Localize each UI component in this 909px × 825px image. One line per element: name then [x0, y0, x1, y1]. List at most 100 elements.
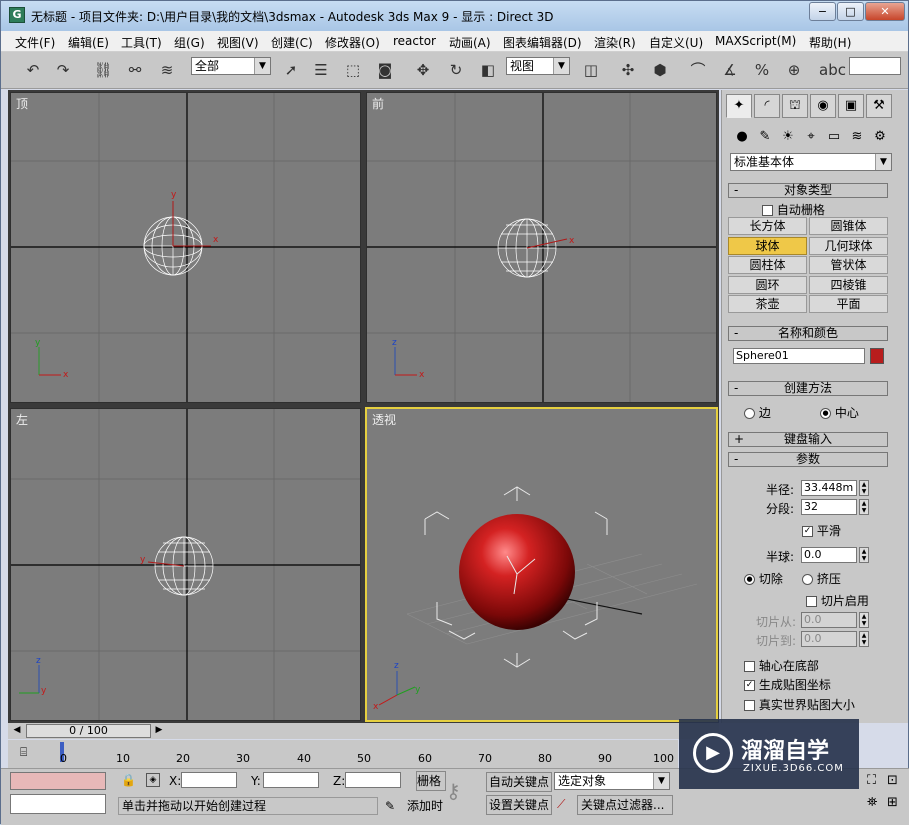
redo-icon[interactable]: ↷ — [51, 58, 75, 82]
minimize-button[interactable]: − — [809, 2, 836, 21]
undo-icon[interactable]: ↶ — [21, 58, 45, 82]
viewport-label[interactable]: 前 — [372, 95, 384, 112]
modify-tab-icon[interactable]: ◜ — [754, 94, 780, 118]
menu-modifiers[interactable]: 修改器(O) — [325, 34, 380, 51]
menu-graph-editors[interactable]: 图表编辑器(D) — [503, 34, 582, 51]
maxscript-listener-white[interactable] — [10, 794, 106, 814]
menu-tools[interactable]: 工具(T) — [121, 34, 162, 51]
display-tab-icon[interactable]: ▣ — [838, 94, 864, 118]
coord-x-field[interactable] — [181, 772, 237, 788]
zoom-all-icon[interactable]: ⊡ — [887, 773, 898, 788]
sphere-button[interactable]: 球体 — [728, 237, 807, 255]
key-icon[interactable]: ⚷ — [446, 779, 480, 809]
rollout-creation-method[interactable]: - 创建方法 — [728, 381, 888, 396]
slice-to-spinner[interactable]: ▲ ▼ — [859, 631, 869, 647]
menu-create[interactable]: 创建(C) — [271, 34, 313, 51]
close-button[interactable]: ✕ — [865, 2, 905, 21]
shapes-icon[interactable]: ✎ — [755, 127, 775, 147]
scale-icon[interactable]: ◧ — [476, 58, 500, 82]
menu-animation[interactable]: 动画(A) — [449, 34, 491, 51]
coord-y-field[interactable] — [263, 772, 319, 788]
autogrid-checkbox[interactable]: 自动栅格 — [762, 201, 825, 218]
geosphere-button[interactable]: 几何球体 — [809, 237, 888, 255]
hemisphere-field[interactable]: 0.0 — [801, 547, 857, 563]
box-button[interactable]: 长方体 — [728, 217, 807, 235]
key-filters-button[interactable]: 关键点过滤器... — [577, 795, 673, 815]
app-icon[interactable]: G — [9, 7, 25, 23]
smooth-checkbox[interactable]: ✓ 平滑 — [802, 522, 841, 539]
select-link-icon[interactable]: ⛓ — [91, 58, 115, 82]
gen-mapping-checkbox[interactable]: ✓ 生成贴图坐标 — [744, 676, 831, 693]
named-selection-icon[interactable]: abc — [819, 58, 846, 82]
select-by-name-icon[interactable]: ☰ — [309, 58, 333, 82]
motion-tab-icon[interactable]: ◉ — [810, 94, 836, 118]
segments-field[interactable]: 32 — [801, 499, 857, 515]
pyramid-button[interactable]: 四棱锥 — [809, 276, 888, 294]
segments-spinner[interactable]: ▲ ▼ — [859, 499, 869, 515]
reference-coord-dropdown[interactable]: 视图 ▼ — [506, 57, 570, 75]
viewport-perspective[interactable]: z y x 透视 — [365, 407, 718, 722]
plane-button[interactable]: 平面 — [809, 295, 888, 313]
absolute-mode-icon[interactable]: ◈ — [146, 773, 160, 787]
tube-button[interactable]: 管状体 — [809, 256, 888, 274]
helpers-icon[interactable]: ▭ — [824, 127, 844, 147]
time-slider-thumb[interactable]: 0 / 100 — [26, 724, 151, 738]
spinner-snap-icon[interactable]: ⊕ — [782, 58, 806, 82]
menu-rendering[interactable]: 渲染(R) — [594, 34, 636, 51]
move-icon[interactable]: ✥ — [411, 58, 435, 82]
systems-icon[interactable]: ⚙ — [870, 127, 890, 147]
keyboard-shortcut-icon[interactable]: ⬢ — [648, 58, 672, 82]
menu-customize[interactable]: 自定义(U) — [649, 34, 703, 51]
rollout-name-color[interactable]: - 名称和颜色 — [728, 326, 888, 341]
viewport-top[interactable]: x y y x 顶 — [10, 92, 361, 403]
add-time-tag[interactable]: 添加时 — [407, 797, 443, 815]
slice-from-spinner[interactable]: ▲ ▼ — [859, 612, 869, 628]
radius-field[interactable]: 33.448m — [801, 480, 857, 496]
field-of-view-icon[interactable]: ⛯ — [867, 795, 877, 810]
auto-key-button[interactable]: 自动关键点 — [486, 772, 552, 792]
menu-reactor[interactable]: reactor — [393, 34, 436, 48]
named-selection-field[interactable] — [849, 57, 901, 75]
base-to-pivot-checkbox[interactable]: 轴心在底部 — [744, 657, 819, 674]
torus-button[interactable]: 圆环 — [728, 276, 807, 294]
coord-z-field[interactable] — [345, 772, 401, 788]
hemisphere-spinner[interactable]: ▲ ▼ — [859, 547, 869, 563]
track-bar[interactable]: ⌸ 0 10 20 30 40 50 60 70 80 90 100 — [8, 740, 678, 768]
utilities-tab-icon[interactable]: ⚒ — [866, 94, 892, 118]
time-slider[interactable]: ◀ 0 / 100 ▶ — [8, 723, 719, 739]
key-selection-dropdown[interactable]: 选定对象 ▼ — [554, 772, 670, 790]
chevron-left-icon[interactable]: ◀ — [11, 725, 23, 737]
cylinder-button[interactable]: 圆柱体 — [728, 256, 807, 274]
select-object-icon[interactable]: ➚ — [279, 58, 303, 82]
viewport-label[interactable]: 左 — [16, 411, 28, 428]
chevron-right-icon[interactable]: ▶ — [153, 725, 165, 737]
geometry-icon[interactable]: ● — [732, 127, 752, 147]
space-warps-icon[interactable]: ≋ — [847, 127, 867, 147]
selection-filter-dropdown[interactable]: 全部 ▼ — [191, 57, 271, 75]
object-name-field[interactable]: Sphere01 — [733, 348, 865, 364]
viewport-front[interactable]: x z x 前 — [366, 92, 717, 403]
viewport-label[interactable]: 顶 — [16, 95, 28, 112]
object-color-swatch[interactable] — [870, 348, 884, 364]
lights-icon[interactable]: ☀ — [778, 127, 798, 147]
angle-snap-icon[interactable]: ∡ — [718, 58, 742, 82]
mini-curve-icon[interactable]: ⌸ — [20, 745, 40, 761]
maxscript-listener-pink[interactable] — [10, 772, 106, 790]
viewport-left[interactable]: y z y 左 — [10, 408, 361, 721]
rect-selection-region-icon[interactable]: ⬚ — [341, 58, 365, 82]
pivot-center-icon[interactable]: ◫ — [579, 58, 603, 82]
zoom-extents-icon[interactable]: ⛶ — [867, 773, 876, 788]
cameras-icon[interactable]: ⌖ — [801, 127, 821, 147]
cone-button[interactable]: 圆锥体 — [809, 217, 888, 235]
rotate-icon[interactable]: ↻ — [444, 58, 468, 82]
menu-maxscript[interactable]: MAXScript(M) — [715, 34, 796, 48]
radius-spinner[interactable]: ▲ ▼ — [859, 480, 869, 496]
window-crossing-icon[interactable]: ◙ — [373, 58, 397, 82]
rollout-parameters[interactable]: - 参数 — [728, 452, 888, 467]
rollout-keyboard-entry[interactable]: + 键盘输入 — [728, 432, 888, 447]
rollout-object-type[interactable]: - 对象类型 — [728, 183, 888, 198]
unlink-icon[interactable]: ⚯ — [123, 58, 147, 82]
menu-edit[interactable]: 编辑(E) — [68, 34, 109, 51]
set-key-button[interactable]: 设置关键点 — [486, 795, 552, 815]
squash-radio[interactable]: 挤压 — [802, 570, 841, 587]
